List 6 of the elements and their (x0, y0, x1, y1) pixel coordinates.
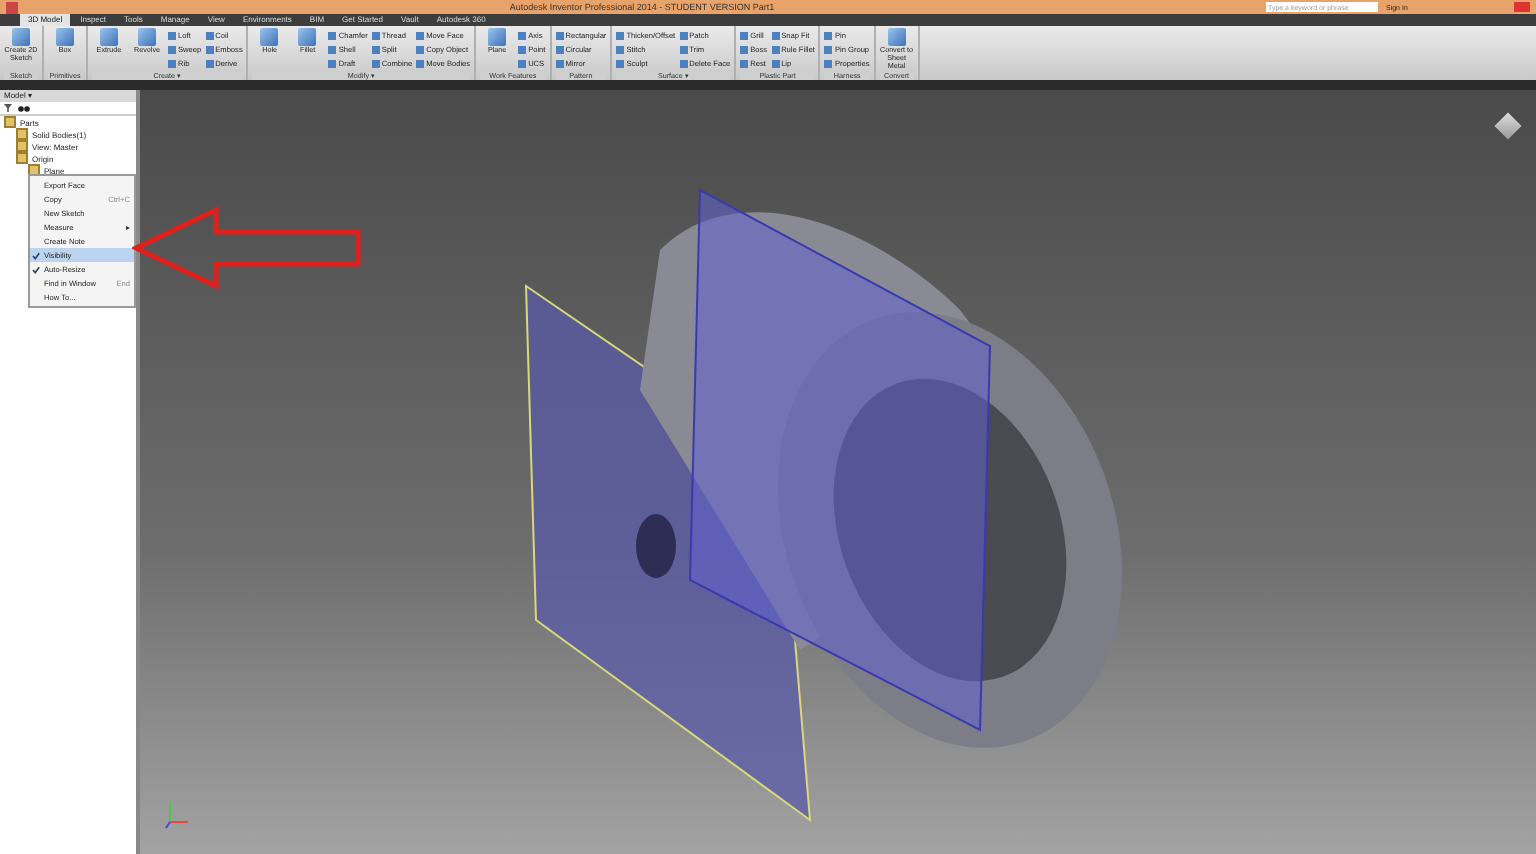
filter-icon[interactable] (4, 104, 12, 112)
3d-viewport[interactable] (140, 90, 1536, 854)
arrow-icon (132, 206, 364, 290)
view-cube-icon[interactable] (1494, 112, 1522, 140)
binoculars-icon[interactable] (18, 104, 30, 112)
axis-triad-icon (164, 798, 192, 830)
